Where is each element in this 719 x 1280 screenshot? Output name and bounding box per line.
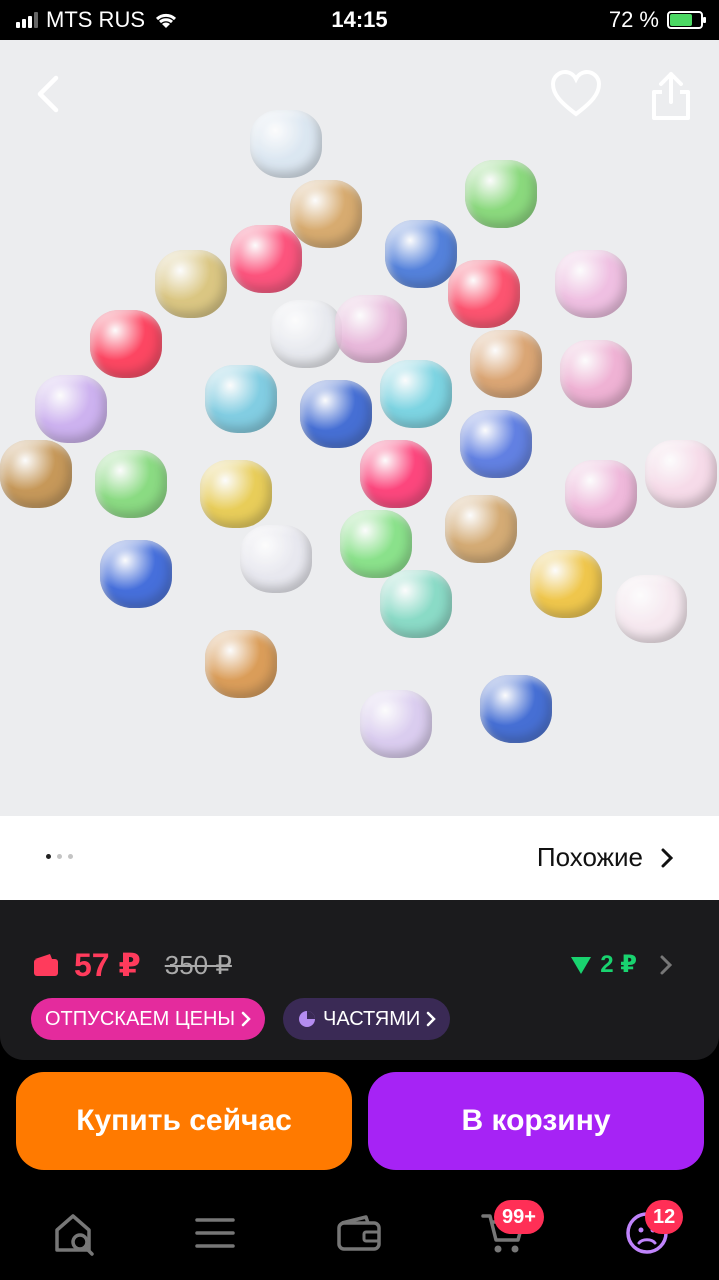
gem-piece <box>340 510 412 578</box>
carrier-label: MTS RUS <box>46 7 145 32</box>
home-search-icon <box>55 1214 94 1256</box>
gem-piece <box>530 550 602 618</box>
gem-piece <box>35 375 107 443</box>
status-bar: MTS RUS 14:15 72 % <box>0 0 719 40</box>
gem-piece <box>445 495 517 563</box>
gem-piece <box>100 540 172 608</box>
gem-piece <box>385 220 457 288</box>
signal-icon <box>16 12 38 28</box>
gem-piece <box>380 570 452 638</box>
menu-icon <box>195 1218 235 1248</box>
status-right: 72 % <box>443 7 706 33</box>
profile-badge: 12 <box>645 1200 684 1234</box>
gem-piece <box>470 330 542 398</box>
status-left: MTS RUS <box>16 7 276 33</box>
gem-piece <box>360 440 432 508</box>
chevron-right-icon <box>661 848 673 867</box>
gem-piece <box>290 180 362 248</box>
share-icon[interactable] <box>648 70 694 122</box>
gem-piece <box>95 450 167 518</box>
gallery-dot <box>68 854 73 859</box>
pie-chart-icon <box>299 1011 315 1027</box>
gallery-dot <box>46 854 51 859</box>
gem-piece <box>360 690 432 758</box>
similar-link[interactable]: Похожие <box>537 842 673 873</box>
price-panel: 57 ₽ 350 ₽ 2 ₽ ОТПУСКАЕМ ЦЕНЫ ЧАСТЯМИ <box>0 900 719 1060</box>
gem-piece <box>270 300 342 368</box>
battery-icon <box>667 11 706 29</box>
gem-piece <box>90 310 162 378</box>
gem-piece <box>555 250 627 318</box>
triangle-down-icon <box>571 956 592 974</box>
gallery-dot <box>57 854 62 859</box>
gem-piece <box>645 440 717 508</box>
product-image[interactable] <box>0 40 719 816</box>
price-current: 57 ₽ <box>74 947 141 983</box>
heart-icon[interactable] <box>550 70 602 118</box>
cashback[interactable]: 2 ₽ <box>570 950 673 979</box>
gem-piece <box>250 110 322 178</box>
buy-now-button[interactable]: Купить сейчас <box>16 1072 352 1170</box>
nav-wallet[interactable] <box>334 1208 384 1258</box>
gallery-dots <box>46 854 73 859</box>
gem-piece <box>230 225 302 293</box>
sale-chip[interactable]: ОТПУСКАЕМ ЦЕНЫ <box>31 998 266 1040</box>
sale-chip-label: ОТПУСКАЕМ ЦЕНЫ <box>45 1007 236 1030</box>
battery-level <box>670 14 692 26</box>
gem-piece <box>448 260 520 328</box>
gem-piece <box>240 525 312 593</box>
gem-piece <box>205 630 277 698</box>
gem-piece <box>560 340 632 408</box>
gem-piece <box>200 460 272 528</box>
gem-piece <box>335 295 407 363</box>
gem-piece <box>565 460 637 528</box>
action-buttons: Купить сейчас В корзину <box>0 1060 719 1186</box>
installments-chip[interactable]: ЧАСТЯМИ <box>283 998 451 1040</box>
price-line: 57 ₽ 350 ₽ <box>32 946 232 984</box>
cart-badge: 99+ <box>494 1200 544 1234</box>
similar-row: Похожие <box>0 816 719 900</box>
nav-home[interactable] <box>50 1208 100 1258</box>
gem-piece <box>380 360 452 428</box>
cashback-value: 2 ₽ <box>600 951 637 978</box>
gem-piece <box>465 160 537 228</box>
chevron-right-icon <box>660 955 673 974</box>
gem-piece <box>615 575 687 643</box>
gem-piece <box>300 380 372 448</box>
similar-label: Похожие <box>536 842 643 872</box>
price-old: 350 ₽ <box>164 949 232 980</box>
status-time: 14:15 <box>331 7 388 32</box>
back-icon[interactable] <box>28 72 72 116</box>
wallet-icon <box>337 1215 381 1251</box>
add-to-cart-button[interactable]: В корзину <box>368 1072 704 1170</box>
nav-catalog[interactable] <box>190 1208 240 1258</box>
installments-chip-label: ЧАСТЯМИ <box>323 1007 421 1030</box>
wifi-icon <box>155 13 177 28</box>
chevron-right-icon <box>427 1011 437 1027</box>
gem-piece <box>0 440 72 508</box>
gem-piece <box>460 410 532 478</box>
chevron-right-icon <box>241 1011 251 1027</box>
gem-piece <box>155 250 227 318</box>
battery-percent: 72 % <box>608 7 659 32</box>
wallet-icon <box>34 954 58 976</box>
gem-piece <box>205 365 277 433</box>
bottom-nav: 99+ 12 <box>0 1186 719 1280</box>
gem-piece <box>480 675 552 743</box>
